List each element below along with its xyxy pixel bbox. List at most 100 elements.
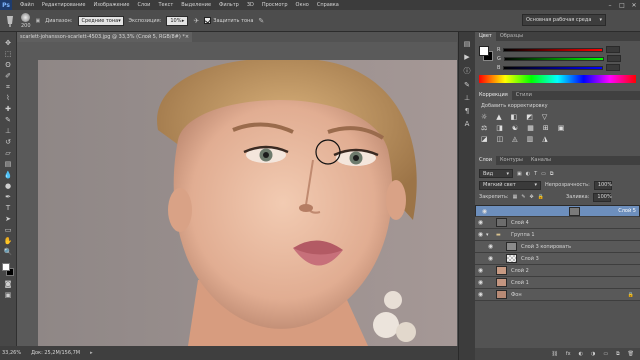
tab-swatches[interactable]: Образцы — [496, 32, 527, 41]
layer-style-icon[interactable]: fx — [566, 351, 571, 357]
maximize-icon[interactable]: □ — [616, 0, 628, 10]
layer-group-row[interactable]: ◉ ▾ ▬ Группа 1 — [475, 229, 640, 241]
actions-panel-icon[interactable]: ▶ — [464, 53, 469, 61]
black-white-icon[interactable]: ☯ — [512, 124, 518, 132]
info-panel-icon[interactable]: ⓘ — [464, 66, 471, 76]
menu-3d[interactable]: 3D — [243, 0, 258, 10]
filter-adjustment-icon[interactable]: ◐ — [526, 171, 530, 177]
brush-panel-icon[interactable]: ▣ — [36, 18, 41, 24]
fill-input[interactable]: 100% — [593, 192, 612, 202]
menu-image[interactable]: Изображение — [89, 0, 133, 10]
menu-layers[interactable]: Слои — [133, 0, 154, 10]
visibility-eye-icon[interactable]: ◉ — [475, 267, 486, 274]
visibility-eye-icon[interactable]: ◉ — [485, 255, 496, 262]
gradient-map-icon[interactable]: ▥ — [527, 135, 534, 143]
layer-row[interactable]: ◉ Фон 🔒 — [475, 289, 640, 301]
visibility-eye-icon[interactable]: ◉ — [475, 279, 486, 286]
lock-transparency-icon[interactable]: ▦ — [513, 194, 518, 200]
path-select-tool-icon[interactable]: ➤ — [1, 214, 15, 224]
color-swatches[interactable] — [1, 262, 15, 278]
chevron-right-icon[interactable]: ▸ — [90, 350, 93, 356]
eyedropper-tool-icon[interactable]: ⌇ — [1, 93, 15, 103]
exposure-input[interactable]: 10% ▸ — [166, 15, 189, 26]
tab-layers[interactable]: Слои — [475, 156, 496, 165]
document-canvas[interactable] — [38, 60, 457, 346]
blur-tool-icon[interactable]: 💧 — [1, 170, 15, 180]
menu-view[interactable]: Просмотр — [258, 0, 292, 10]
history-brush-tool-icon[interactable]: ↺ — [1, 137, 15, 147]
marquee-tool-icon[interactable]: ⬚ — [1, 49, 15, 59]
quick-select-tool-icon[interactable]: ✐ — [1, 71, 15, 81]
tab-adjustments[interactable]: Коррекция — [475, 91, 512, 100]
protect-tones-checkbox[interactable]: Защитить тона — [204, 17, 253, 24]
menu-text[interactable]: Текст — [154, 0, 177, 10]
lock-pixels-icon[interactable]: ✎ — [521, 194, 525, 200]
visibility-eye-icon[interactable]: ◉ — [479, 208, 490, 215]
selective-color-icon[interactable]: ◮ — [542, 135, 547, 143]
tab-paths[interactable]: Контуры — [496, 156, 527, 165]
layer-row[interactable]: ◉ Слой 4 — [475, 217, 640, 229]
opacity-input[interactable]: 100% — [593, 180, 612, 190]
layer-row[interactable]: ◉ Слой 1 — [475, 277, 640, 289]
blend-mode-select[interactable]: Мягкий свет ▾ — [479, 180, 541, 190]
new-layer-icon[interactable]: ⧉ — [616, 351, 620, 357]
visibility-eye-icon[interactable]: ◉ — [475, 219, 486, 226]
filter-pixel-icon[interactable]: ▣ — [517, 171, 522, 177]
new-group-icon[interactable]: ▭ — [603, 351, 608, 357]
add-mask-icon[interactable]: ◐ — [579, 351, 583, 357]
sponge-dodge-tool-icon[interactable] — [4, 14, 16, 28]
color-spectrum[interactable] — [479, 75, 636, 83]
screen-mode-icon[interactable]: ▣ — [1, 290, 15, 300]
zoom-level[interactable]: 33,26% — [2, 350, 21, 356]
clone-source-icon[interactable]: ⊥ — [464, 94, 470, 102]
vibrance-icon[interactable]: ▽ — [542, 113, 547, 121]
green-value[interactable] — [606, 55, 621, 62]
dodge-tool-icon[interactable]: ● — [1, 181, 15, 191]
new-adjustment-icon[interactable]: ◑ — [591, 351, 595, 357]
tab-styles[interactable]: Стили — [512, 91, 536, 100]
blue-value[interactable] — [606, 64, 621, 71]
brush-panel-icon[interactable]: ✎ — [464, 81, 470, 89]
shape-tool-icon[interactable]: ▭ — [1, 225, 15, 235]
tab-color[interactable]: Цвет — [475, 32, 496, 41]
threshold-icon[interactable]: ◬ — [512, 135, 517, 143]
workspace-switcher[interactable]: Основная рабочая среда ▾ — [522, 14, 606, 26]
brightness-contrast-icon[interactable]: ☼ — [481, 113, 487, 121]
layer-row[interactable]: ◉ Слой 3 копировать — [475, 241, 640, 253]
history-panel-icon[interactable]: ▤ — [464, 40, 471, 48]
brush-preset-picker[interactable]: 200 — [21, 12, 31, 29]
posterize-icon[interactable]: ◫ — [497, 135, 504, 143]
pen-tool-icon[interactable]: ✒ — [1, 192, 15, 202]
menu-help[interactable]: Справка — [313, 0, 343, 10]
healing-brush-tool-icon[interactable]: ✚ — [1, 104, 15, 114]
red-slider[interactable]: R — [475, 45, 640, 54]
eraser-tool-icon[interactable]: ▱ — [1, 148, 15, 158]
invert-icon[interactable]: ◪ — [481, 135, 488, 143]
type-tool-icon[interactable]: T — [1, 203, 15, 213]
visibility-eye-icon[interactable]: ◉ — [475, 291, 486, 298]
close-icon[interactable]: ✕ — [628, 0, 640, 10]
visibility-eye-icon[interactable]: ◉ — [485, 243, 496, 250]
range-select[interactable]: Средние тона ▾ — [77, 15, 124, 26]
close-icon[interactable]: × — [185, 32, 192, 42]
lock-position-icon[interactable]: ✥ — [530, 194, 534, 200]
hand-tool-icon[interactable]: ✋ — [1, 236, 15, 246]
zoom-tool-icon[interactable]: 🔍 — [1, 247, 15, 257]
levels-icon[interactable]: ▲ — [496, 113, 501, 121]
channel-mixer-icon[interactable]: ⊞ — [543, 124, 549, 132]
foreground-color-chip[interactable] — [479, 46, 489, 56]
character-panel-icon[interactable]: A — [465, 120, 470, 128]
move-tool-icon[interactable]: ✥ — [1, 38, 15, 48]
photo-filter-icon[interactable]: ▦ — [527, 124, 534, 132]
color-balance-icon[interactable]: ◨ — [496, 124, 503, 132]
layer-row[interactable]: ◉ Слой 5 — [475, 205, 640, 217]
lasso-tool-icon[interactable]: ʘ — [1, 60, 15, 70]
airbrush-icon[interactable]: ✈ — [193, 17, 199, 25]
hue-saturation-icon[interactable]: ⚖ — [481, 124, 487, 132]
foreground-color[interactable] — [2, 263, 10, 271]
clone-stamp-tool-icon[interactable]: ⊥ — [1, 126, 15, 136]
link-layers-icon[interactable]: ⛓ — [551, 351, 557, 357]
gradient-tool-icon[interactable]: ▤ — [1, 159, 15, 169]
menu-filter[interactable]: Фильтр — [215, 0, 243, 10]
menu-file[interactable]: Файл — [16, 0, 38, 10]
